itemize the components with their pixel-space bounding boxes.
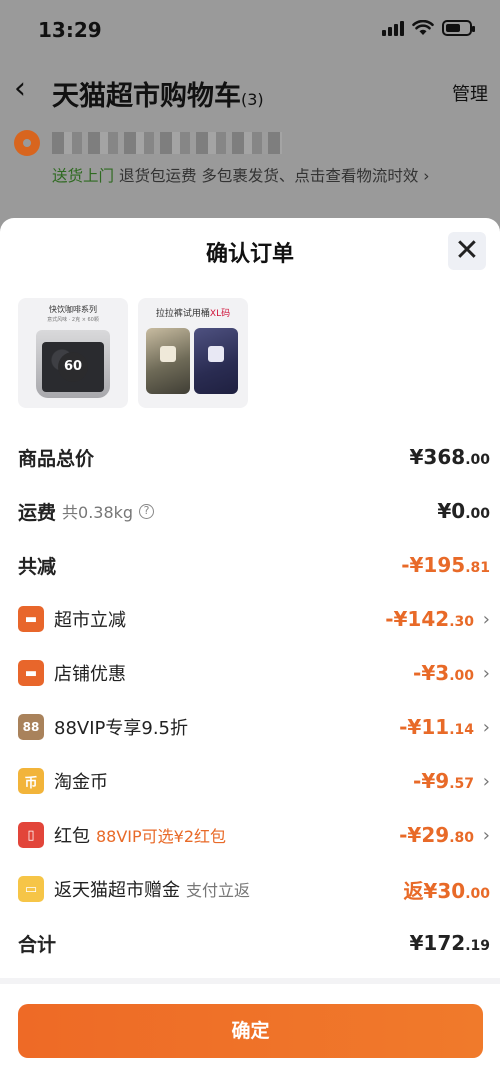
row-total-discount: 共减 -¥195.81 bbox=[18, 538, 490, 592]
row-value: -¥195.81 bbox=[401, 553, 490, 577]
gift-card-icon: ▭ bbox=[18, 876, 44, 902]
delivery-info[interactable]: 送货上门 退货包运费 多包裹发货、点击查看物流时效 › bbox=[52, 164, 430, 186]
close-button[interactable]: ✕ bbox=[448, 232, 486, 270]
chevron-right-icon: › bbox=[482, 770, 490, 792]
product-thumb-diapers[interactable]: 拉拉裤试用桶XL码 bbox=[138, 298, 248, 408]
address-redacted bbox=[52, 132, 282, 154]
row-label: 合计 bbox=[18, 933, 57, 956]
status-bar: 13:29 bbox=[0, 0, 500, 58]
confirm-order-sheet: 确认订单 ✕ 快饮咖啡系列 意式风味 · 2克 × 60颗 60 拉拉裤试用桶X… bbox=[0, 218, 500, 1066]
row-label: 超市立减 bbox=[54, 610, 126, 631]
row-value: -¥3.00 bbox=[413, 661, 474, 685]
close-icon: ✕ bbox=[454, 233, 480, 268]
jar-badge: 60 bbox=[58, 352, 88, 382]
row-shop-discount[interactable]: ▬ 店铺优惠 -¥3.00 › bbox=[18, 646, 490, 700]
back-arrow-icon[interactable]: ‹ bbox=[14, 74, 26, 104]
status-icons bbox=[382, 20, 475, 36]
diaper-bag-image bbox=[194, 328, 238, 394]
location-pin-icon bbox=[14, 130, 40, 156]
product-caption: 快饮咖啡系列 bbox=[49, 305, 97, 314]
chevron-right-icon: › bbox=[482, 824, 490, 846]
row-goods-total: 商品总价 ¥368.00 bbox=[18, 430, 490, 484]
row-grand-total: 合计 ¥172.19 bbox=[18, 916, 490, 970]
delivery-highlight: 送货上门 bbox=[52, 167, 115, 185]
product-subcaption: 意式风味 · 2克 × 60颗 bbox=[47, 317, 99, 323]
row-taojinbi[interactable]: 币 淘金币 -¥9.57 › bbox=[18, 754, 490, 808]
row-label: 红包 bbox=[54, 826, 90, 847]
address-row[interactable] bbox=[14, 128, 484, 158]
row-label: 返天猫超市赠金 bbox=[54, 880, 180, 901]
confirm-button[interactable]: 确定 bbox=[18, 1004, 483, 1058]
wifi-icon bbox=[412, 20, 434, 35]
sheet-footer: 确定 bbox=[0, 978, 500, 1066]
row-label: 88VIP专享9.5折 bbox=[54, 718, 189, 739]
manage-button[interactable]: 管理 bbox=[452, 80, 488, 106]
row-supermarket-discount[interactable]: ▬ 超市立减 -¥142.30 › bbox=[18, 592, 490, 646]
cart-header: ‹ 天猫超市购物车(3) 管理 bbox=[0, 68, 500, 114]
product-thumb-coffee[interactable]: 快饮咖啡系列 意式风味 · 2克 × 60颗 60 bbox=[18, 298, 128, 408]
row-value: -¥9.57 bbox=[413, 769, 474, 793]
info-icon[interactable]: ? bbox=[139, 503, 155, 519]
row-shipping: 运费 共0.38kg ? ¥0.00 bbox=[18, 484, 490, 538]
row-sub: 88VIP可选¥2红包 bbox=[96, 827, 227, 846]
row-sub: 共0.38kg bbox=[62, 503, 134, 522]
red-packet-icon: ▯ bbox=[18, 822, 44, 848]
status-time: 13:29 bbox=[38, 18, 102, 42]
row-value: ¥0.00 bbox=[437, 499, 490, 523]
store-icon: ▬ bbox=[18, 606, 44, 632]
price-breakdown: 商品总价 ¥368.00 运费 共0.38kg ? ¥0.00 共减 -¥195… bbox=[18, 430, 490, 970]
product-thumbnails: 快饮咖啡系列 意式风味 · 2克 × 60颗 60 拉拉裤试用桶XL码 bbox=[18, 298, 248, 408]
cart-page-background: 13:29 ‹ 天猫超市购物车(3) 管理 送货上门 退货包运费 多包裹发货、点… bbox=[0, 0, 500, 230]
vip-icon: 88 bbox=[18, 714, 44, 740]
chevron-right-icon: › bbox=[482, 662, 490, 684]
diaper-bag-image bbox=[146, 328, 190, 394]
row-red-packet[interactable]: ▯ 红包 88VIP可选¥2红包 -¥29.80 › bbox=[18, 808, 490, 862]
row-value: ¥368.00 bbox=[409, 445, 490, 469]
product-caption: 拉拉裤试用桶XL码 bbox=[155, 309, 231, 319]
coin-icon: 币 bbox=[18, 768, 44, 794]
row-sub: 支付立返 bbox=[186, 881, 251, 900]
row-label: 店铺优惠 bbox=[54, 664, 126, 685]
row-value: 返¥30.00 bbox=[403, 878, 490, 903]
sheet-title: 确认订单 bbox=[205, 242, 294, 267]
row-88vip-discount[interactable]: 88 88VIP专享9.5折 -¥11.14 › bbox=[18, 700, 490, 754]
row-label: 商品总价 bbox=[18, 447, 95, 470]
coffee-jar-image: 60 bbox=[36, 330, 110, 398]
row-label: 运费 bbox=[18, 501, 57, 524]
chevron-right-icon: › bbox=[482, 608, 490, 630]
row-value: -¥142.30 bbox=[385, 607, 474, 631]
signal-icon bbox=[382, 20, 404, 36]
shop-icon: ▬ bbox=[18, 660, 44, 686]
row-value: -¥29.80 bbox=[399, 823, 474, 847]
cart-title: 天猫超市购物车(3) bbox=[52, 81, 264, 112]
chevron-right-icon: › bbox=[482, 716, 490, 738]
row-value: ¥172.19 bbox=[409, 931, 490, 955]
row-rebate: ▭ 返天猫超市赠金 支付立返 返¥30.00 bbox=[18, 862, 490, 916]
row-label: 淘金币 bbox=[54, 772, 108, 793]
row-label: 共减 bbox=[18, 555, 57, 578]
cart-count: (3) bbox=[241, 90, 264, 109]
delivery-text: 退货包运费 多包裹发货、点击查看物流时效 › bbox=[114, 167, 430, 185]
row-value: -¥11.14 bbox=[399, 715, 474, 739]
battery-icon bbox=[442, 20, 475, 36]
